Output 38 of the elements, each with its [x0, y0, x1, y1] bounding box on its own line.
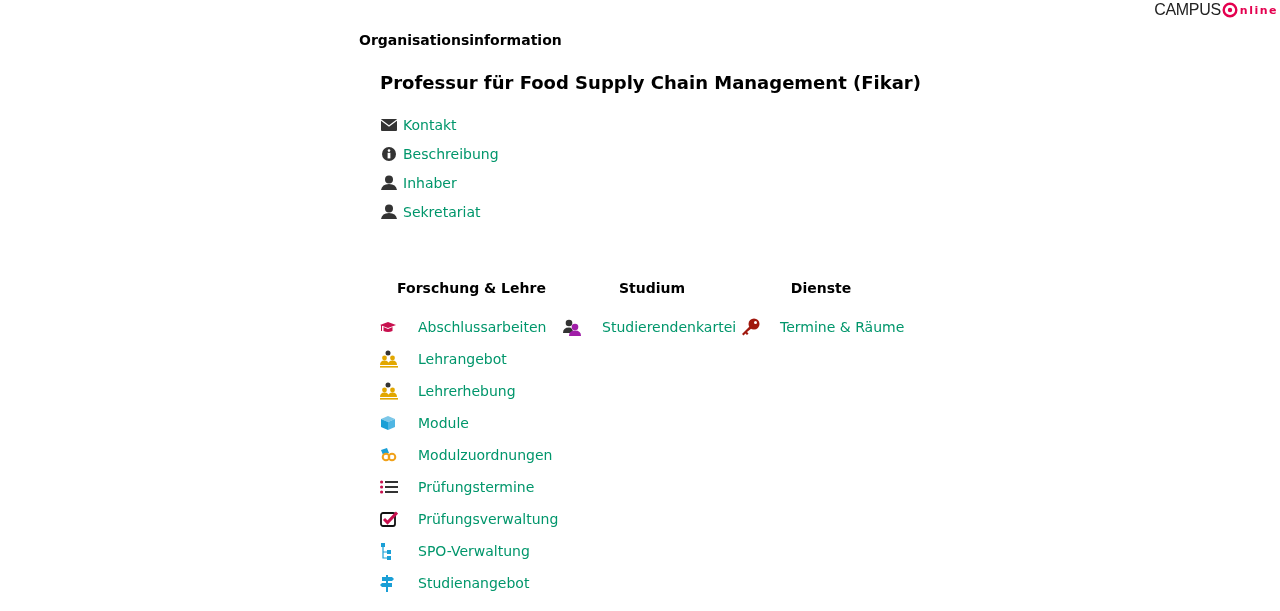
organisation-name: Professur für Food Supply Chain Management (Fikar) — [380, 71, 922, 95]
person-icon — [381, 175, 397, 190]
page-title: Organisationsinformation — [359, 31, 563, 49]
signpost-icon — [380, 574, 394, 592]
info-icon — [382, 146, 396, 161]
nav-link[interactable]: Lehrangebot — [418, 351, 507, 367]
nav-link[interactable]: Prüfungstermine — [418, 479, 535, 495]
group-icon — [380, 382, 398, 400]
checkbox-icon — [380, 511, 398, 527]
users-icon — [563, 318, 582, 336]
section-heading: Studium — [617, 279, 687, 297]
nav-link[interactable]: Studienangebot — [418, 575, 530, 591]
nav-link[interactable]: Modulzuordnungen — [418, 447, 553, 463]
logo-text: nline — [1239, 3, 1278, 17]
cube-icon — [380, 415, 396, 431]
nav-link[interactable]: Lehrerhebung — [418, 383, 516, 399]
nav-link[interactable]: Beschreibung — [403, 145, 499, 162]
graduation-cap-icon — [380, 321, 396, 333]
nav-link[interactable]: Inhaber — [403, 174, 457, 191]
target-icon — [1221, 2, 1238, 18]
envelope-icon — [381, 118, 397, 131]
nav-link[interactable]: Module — [418, 415, 469, 431]
section-heading: Dienste — [789, 279, 853, 297]
nav-link[interactable]: Prüfungsverwaltung — [418, 511, 559, 527]
section-heading: Forschung & Lehre — [396, 279, 547, 297]
nav-link[interactable]: SPO-Verwaltung — [418, 543, 530, 559]
person-icon — [381, 204, 397, 219]
chain-icon — [380, 447, 397, 463]
key-icon — [741, 318, 760, 336]
hierarchy-icon — [380, 542, 392, 560]
group-icon — [380, 350, 398, 368]
nav-link[interactable]: Sekretariat — [403, 203, 481, 220]
nav-link[interactable]: Kontakt — [403, 116, 457, 133]
nav-link[interactable]: Studierendenkartei — [602, 319, 737, 335]
logo-text: CAMPUS — [1154, 1, 1221, 19]
nav-link[interactable]: Termine & Räume — [780, 319, 905, 335]
nav-link[interactable]: Abschlussarbeiten — [418, 319, 547, 335]
list-icon — [380, 480, 398, 494]
